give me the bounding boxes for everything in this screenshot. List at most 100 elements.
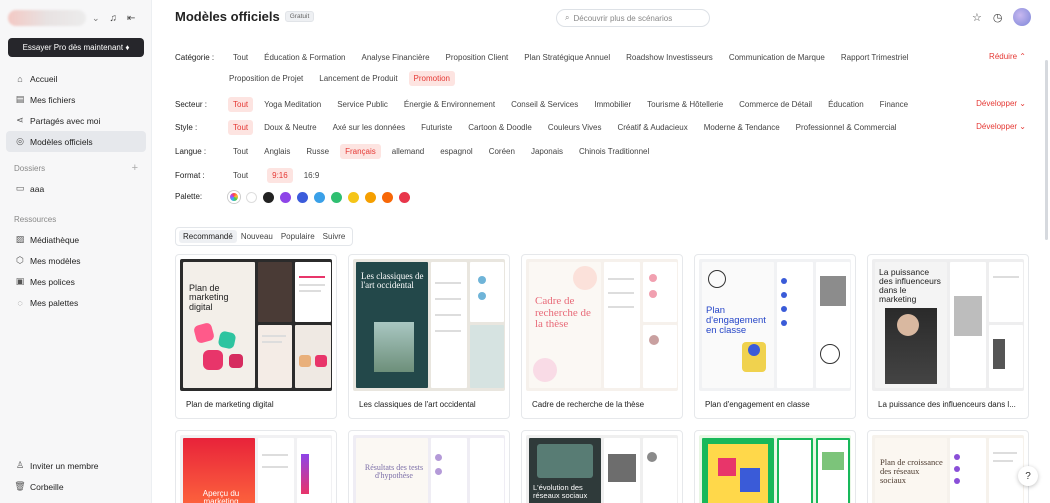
chevron-down-icon[interactable]: ⌄	[92, 13, 100, 24]
sidebar-item-home[interactable]: ⌂ Accueil	[6, 68, 146, 89]
history-icon[interactable]: ◷	[993, 11, 1003, 24]
style-chip[interactable]: Futuriste	[416, 120, 457, 135]
sector-chip[interactable]: Énergie & Environnement	[399, 97, 500, 112]
format-chip[interactable]: 16:9	[299, 168, 325, 183]
sidebar-item-my-templates[interactable]: ⬡ Mes modèles	[6, 250, 146, 271]
tab-popular[interactable]: Populaire	[277, 230, 319, 243]
color-swatch-blue[interactable]	[297, 191, 308, 203]
template-card[interactable]: L'évolution des réseaux sociaux	[521, 430, 683, 503]
expand-style-button[interactable]: Développer ⌄	[976, 122, 1026, 131]
expand-sector-button[interactable]: Développer ⌄	[976, 99, 1026, 108]
try-pro-button[interactable]: Essayer Pro dès maintenant ♦	[8, 38, 144, 57]
category-chip[interactable]: Rapport Trimestriel	[836, 50, 914, 65]
language-chip-selected[interactable]: Français	[340, 144, 381, 159]
tab-new[interactable]: Nouveau	[237, 230, 277, 243]
sector-chip[interactable]: Conseil & Services	[506, 97, 583, 112]
format-chip-selected[interactable]: 9:16	[267, 168, 293, 183]
language-chip[interactable]: Tout	[228, 144, 253, 159]
category-chip[interactable]: Proposition de Projet	[224, 71, 308, 86]
style-chip[interactable]: Cartoon & Doodle	[463, 120, 537, 135]
language-chip[interactable]: allemand	[387, 144, 429, 159]
color-swatch-black[interactable]	[263, 191, 274, 203]
template-name: Plan d'engagement en classe	[705, 400, 810, 409]
category-chip[interactable]: Roadshow Investisseurs	[621, 50, 718, 65]
sidebar-item-shared[interactable]: ⋖ Partagés avec moi	[6, 110, 146, 131]
help-button[interactable]: ?	[1018, 466, 1038, 486]
account-switcher[interactable]	[8, 10, 86, 26]
language-chip[interactable]: Anglais	[259, 144, 295, 159]
sidebar-item-trash[interactable]: 🗑 Corbeille	[6, 476, 146, 497]
sector-chip[interactable]: Finance	[875, 97, 913, 112]
color-swatch-orange[interactable]	[382, 191, 393, 203]
sector-chip[interactable]: Immobilier	[589, 97, 636, 112]
palette-label: Palette:	[175, 192, 203, 201]
language-chip[interactable]: Coréen	[484, 144, 520, 159]
template-card[interactable]: Les classiques de l'art occidental Les c…	[348, 254, 510, 419]
add-folder-icon[interactable]: +	[132, 162, 138, 174]
color-swatch-amber[interactable]	[365, 191, 376, 203]
search-input[interactable]: ⌕ Découvrir plus de scénarios	[556, 9, 710, 27]
sidebar-item-invite[interactable]: ♙ Inviter un membre	[6, 455, 146, 476]
template-card[interactable]: Résultats des tests d'hypothèse	[348, 430, 510, 503]
sidebar-item-my-palettes[interactable]: ◌ Mes palettes	[6, 292, 146, 313]
template-card[interactable]: Aperçu du marketing	[175, 430, 337, 503]
avatar[interactable]	[1013, 8, 1032, 26]
language-chip[interactable]: Japonais	[526, 144, 568, 159]
color-swatch-yellow[interactable]	[348, 191, 359, 203]
template-card[interactable]: Plan de croissance des réseaux sociaux	[867, 430, 1029, 503]
category-chip[interactable]: Communication de Marque	[724, 50, 830, 65]
palette-icon: ◌	[17, 297, 23, 308]
color-swatch-light-blue[interactable]	[314, 191, 325, 203]
language-chip[interactable]: espagnol	[435, 144, 477, 159]
format-chip[interactable]: Tout	[228, 168, 253, 183]
template-card[interactable]: Plan d'engagement en classe Plan d'engag…	[694, 254, 856, 419]
template-card[interactable]: Cadre de recherche de la thèse Cadre de …	[521, 254, 683, 419]
sidebar-item-my-fonts[interactable]: ▣ Mes polices	[6, 271, 146, 292]
style-chip[interactable]: Axé sur les données	[328, 120, 411, 135]
color-swatch-green[interactable]	[331, 191, 342, 203]
category-filter-row-2: Proposition de Projet Lancement de Produ…	[224, 71, 461, 86]
bell-icon[interactable]: ♫	[110, 13, 118, 24]
collapse-category-button[interactable]: Réduire ⌃	[989, 52, 1026, 61]
language-chip[interactable]: Chinois Traditionnel	[574, 144, 654, 159]
category-chip[interactable]: Lancement de Produit	[314, 71, 402, 86]
template-card[interactable]: Plan de marketing digital Plan de market…	[175, 254, 337, 419]
tab-recommended[interactable]: Recommandé	[179, 230, 237, 243]
scrollbar[interactable]	[1045, 60, 1048, 240]
category-chip[interactable]: Tout	[228, 50, 253, 65]
style-chip[interactable]: Créatif & Audacieux	[612, 120, 692, 135]
category-chip-selected[interactable]: Promotion	[408, 71, 456, 86]
color-swatch-purple[interactable]	[280, 191, 291, 203]
language-chip[interactable]: Russe	[301, 144, 334, 159]
template-card[interactable]: La puissance des influenceurs dans le ma…	[867, 254, 1029, 419]
category-chip[interactable]: Éducation & Formation	[259, 50, 350, 65]
category-chip[interactable]: Analyse Financière	[357, 50, 435, 65]
all-colors-swatch[interactable]	[228, 191, 240, 203]
style-chip[interactable]: Couleurs Vives	[543, 120, 607, 135]
style-chip-selected[interactable]: Tout	[228, 120, 254, 135]
sector-chip[interactable]: Tourisme & Hôtellerie	[642, 97, 728, 112]
collapse-sidebar-icon[interactable]: ⇤	[127, 13, 135, 24]
share-icon: ⋖	[16, 115, 24, 125]
sidebar-item-label: Accueil	[30, 73, 58, 84]
template-card[interactable]	[694, 430, 856, 503]
color-swatch-red[interactable]	[399, 191, 410, 203]
sector-chip-selected[interactable]: Tout	[228, 97, 254, 112]
tab-follow[interactable]: Suivre	[319, 230, 350, 243]
page-title: Modèles officiels	[175, 9, 280, 24]
sidebar-item-official-templates[interactable]: ◎ Modèles officiels	[6, 131, 146, 152]
star-icon[interactable]: ☆	[972, 11, 982, 24]
category-chip[interactable]: Plan Stratégique Annuel	[519, 50, 615, 65]
sidebar-item-folder-aaa[interactable]: ▭ aaa	[6, 178, 146, 199]
white-swatch[interactable]	[246, 191, 257, 203]
sector-chip[interactable]: Yoga Meditation	[259, 97, 326, 112]
sidebar-item-media-library[interactable]: ▨ Médiathèque	[6, 229, 146, 250]
category-chip[interactable]: Proposition Client	[441, 50, 514, 65]
sector-chip[interactable]: Commerce de Détail	[734, 97, 817, 112]
style-chip[interactable]: Professionnel & Commercial	[791, 120, 902, 135]
sector-chip[interactable]: Éducation	[823, 97, 869, 112]
sidebar-item-my-files[interactable]: ▤ Mes fichiers	[6, 89, 146, 110]
style-chip[interactable]: Moderne & Tendance	[699, 120, 785, 135]
style-chip[interactable]: Doux & Neutre	[259, 120, 321, 135]
sector-chip[interactable]: Service Public	[332, 97, 393, 112]
